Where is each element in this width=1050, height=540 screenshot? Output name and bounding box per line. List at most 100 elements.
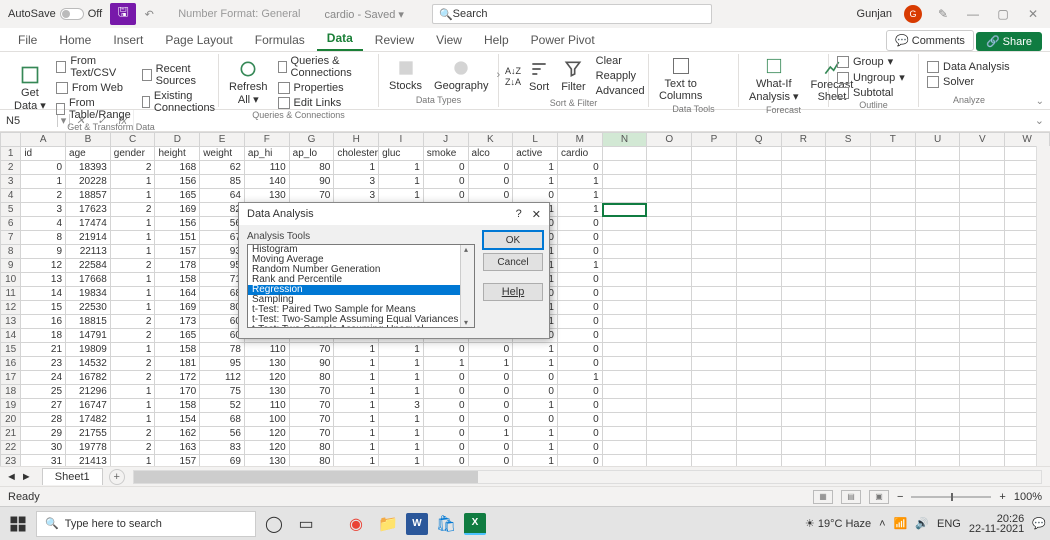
cell[interactable] bbox=[960, 161, 1005, 175]
col-header[interactable]: A bbox=[21, 133, 66, 147]
cell[interactable]: 52 bbox=[200, 399, 245, 413]
cortana-icon[interactable]: ◯ bbox=[260, 510, 288, 538]
cell[interactable]: 100 bbox=[244, 413, 289, 427]
start-button[interactable] bbox=[4, 510, 32, 538]
cell[interactable] bbox=[602, 217, 647, 231]
cell[interactable]: 110 bbox=[244, 343, 289, 357]
cell[interactable] bbox=[602, 203, 647, 217]
row-header[interactable]: 14 bbox=[1, 329, 21, 343]
cell[interactable] bbox=[915, 315, 960, 329]
row-header[interactable]: 7 bbox=[1, 231, 21, 245]
cell[interactable] bbox=[736, 175, 781, 189]
cell[interactable] bbox=[781, 371, 826, 385]
cell[interactable] bbox=[870, 273, 915, 287]
cell[interactable] bbox=[870, 217, 915, 231]
cell[interactable]: 3 bbox=[379, 399, 424, 413]
cell[interactable]: 90 bbox=[289, 175, 334, 189]
cell[interactable]: 168 bbox=[155, 161, 200, 175]
comments-button[interactable]: 💬 Comments bbox=[886, 30, 974, 51]
cell[interactable]: alco bbox=[468, 147, 513, 161]
cell[interactable] bbox=[915, 371, 960, 385]
cell[interactable] bbox=[960, 357, 1005, 371]
col-header[interactable]: B bbox=[66, 133, 111, 147]
col-header[interactable]: D bbox=[155, 133, 200, 147]
cell[interactable]: 1 bbox=[513, 441, 558, 455]
cell[interactable]: 80 bbox=[289, 161, 334, 175]
filter-button[interactable]: Filter bbox=[557, 57, 589, 95]
cell[interactable]: cholesterc bbox=[334, 147, 379, 161]
cell[interactable] bbox=[602, 441, 647, 455]
cell[interactable] bbox=[692, 287, 737, 301]
cell[interactable]: 0 bbox=[557, 217, 602, 231]
cell[interactable] bbox=[647, 315, 692, 329]
task-view-icon[interactable]: ▭ bbox=[292, 510, 320, 538]
row-header[interactable]: 1 bbox=[1, 147, 21, 161]
cell[interactable]: 17668 bbox=[66, 273, 111, 287]
cell[interactable]: 1 bbox=[334, 399, 379, 413]
cell[interactable]: gender bbox=[110, 147, 155, 161]
cell[interactable]: 154 bbox=[155, 413, 200, 427]
cell[interactable]: 1 bbox=[557, 259, 602, 273]
cell[interactable] bbox=[692, 385, 737, 399]
cell[interactable] bbox=[647, 161, 692, 175]
col-header[interactable]: J bbox=[423, 133, 468, 147]
cell[interactable] bbox=[960, 343, 1005, 357]
cell[interactable]: 1 bbox=[110, 413, 155, 427]
cell[interactable]: 18815 bbox=[66, 315, 111, 329]
cell[interactable]: 0 bbox=[423, 161, 468, 175]
cell[interactable] bbox=[692, 175, 737, 189]
tab-help[interactable]: Help bbox=[474, 29, 519, 51]
cell[interactable]: 1 bbox=[513, 399, 558, 413]
cell[interactable]: smoke bbox=[423, 147, 468, 161]
cell[interactable] bbox=[647, 371, 692, 385]
cell[interactable]: 158 bbox=[155, 273, 200, 287]
cell[interactable] bbox=[781, 287, 826, 301]
cell[interactable]: 17482 bbox=[66, 413, 111, 427]
cell[interactable]: 1 bbox=[513, 175, 558, 189]
cell[interactable] bbox=[736, 385, 781, 399]
cell[interactable]: 1 bbox=[110, 343, 155, 357]
cell[interactable]: 0 bbox=[557, 455, 602, 467]
cell[interactable]: age bbox=[66, 147, 111, 161]
cell[interactable]: 1 bbox=[379, 189, 424, 203]
ungroup-button[interactable]: Ungroup ▾ bbox=[835, 70, 907, 85]
cell[interactable]: 13 bbox=[21, 273, 66, 287]
cell[interactable] bbox=[781, 189, 826, 203]
cell[interactable]: 1 bbox=[110, 189, 155, 203]
cell[interactable]: 0 bbox=[557, 245, 602, 259]
cell[interactable]: 0 bbox=[557, 427, 602, 441]
sheet-nav-next-icon[interactable]: ► bbox=[21, 471, 32, 483]
cell[interactable] bbox=[647, 203, 692, 217]
cell[interactable]: 80 bbox=[289, 441, 334, 455]
cell[interactable]: 1 bbox=[110, 175, 155, 189]
cell[interactable] bbox=[781, 427, 826, 441]
volume-icon[interactable]: 🔊 bbox=[915, 517, 929, 530]
cell[interactable]: 3 bbox=[334, 189, 379, 203]
col-header[interactable]: Q bbox=[736, 133, 781, 147]
cell[interactable] bbox=[915, 455, 960, 467]
row-header[interactable]: 4 bbox=[1, 189, 21, 203]
cell[interactable] bbox=[870, 259, 915, 273]
cell[interactable]: 29 bbox=[21, 427, 66, 441]
cell[interactable]: 1 bbox=[334, 413, 379, 427]
group-button[interactable]: Group ▾ bbox=[835, 54, 907, 69]
cell[interactable]: 1 bbox=[334, 427, 379, 441]
cell[interactable]: 170 bbox=[155, 385, 200, 399]
cell[interactable]: 172 bbox=[155, 371, 200, 385]
row-header[interactable]: 11 bbox=[1, 287, 21, 301]
help-button[interactable]: Help bbox=[483, 283, 543, 301]
tab-home[interactable]: Home bbox=[49, 29, 101, 51]
cell[interactable]: 70 bbox=[289, 343, 334, 357]
cell[interactable] bbox=[870, 231, 915, 245]
cell[interactable]: 156 bbox=[155, 217, 200, 231]
cell[interactable] bbox=[826, 203, 871, 217]
cell[interactable] bbox=[602, 427, 647, 441]
cell[interactable]: 181 bbox=[155, 357, 200, 371]
cell[interactable]: 1 bbox=[334, 343, 379, 357]
collapse-ribbon-icon[interactable]: ⌄ bbox=[1036, 96, 1044, 107]
cell[interactable] bbox=[736, 259, 781, 273]
cell[interactable] bbox=[736, 301, 781, 315]
cell[interactable] bbox=[602, 371, 647, 385]
cell[interactable] bbox=[826, 259, 871, 273]
cell[interactable]: 1 bbox=[513, 161, 558, 175]
